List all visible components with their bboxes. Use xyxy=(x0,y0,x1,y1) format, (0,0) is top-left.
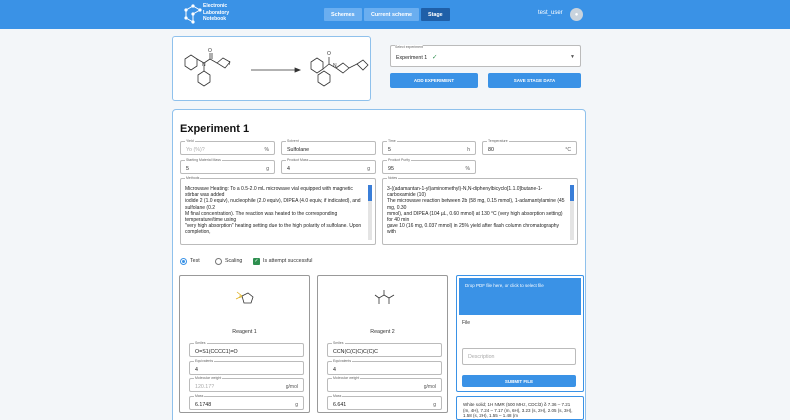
temperature-field[interactable]: Temperature 80 °C xyxy=(482,139,577,155)
test-radio[interactable] xyxy=(180,258,187,265)
app-name: Electronic Laboratory Notebook xyxy=(203,3,230,22)
molecule-logo-icon xyxy=(184,4,202,24)
svg-text:S: S xyxy=(239,294,242,299)
reaction-scheme-drawing: NOI ON xyxy=(184,48,369,87)
reagent-2-structure xyxy=(374,290,395,304)
app-header: Electronic Laboratory Notebook Schemes C… xyxy=(0,0,790,29)
reagent-card-2: Reagent 2 Smiles CCN(C(C)C)C(C)C Equival… xyxy=(317,275,448,413)
svg-text:N: N xyxy=(333,63,337,69)
submit-file-button[interactable]: SUBMIT FILE xyxy=(462,375,576,387)
experiment-select-value: Experiment 1 xyxy=(396,55,428,61)
reagent-2-equivalents-field[interactable]: Equivalents 4 xyxy=(327,359,442,375)
successful-checkbox-label: Is attempt successful xyxy=(263,258,313,264)
svg-text:O: O xyxy=(208,48,212,54)
reagent-1-mass-field[interactable]: Mass 6.1748 g xyxy=(189,394,304,410)
check-icon: ✓ xyxy=(432,54,438,61)
reaction-scheme-preview: NOI ON xyxy=(172,36,371,101)
user-icon: ● xyxy=(574,11,579,18)
methods-scrollbar[interactable] xyxy=(368,185,372,240)
successful-checkbox[interactable]: ✓ xyxy=(253,258,260,265)
test-radio-label: Test xyxy=(190,258,200,264)
scaling-radio[interactable] xyxy=(215,258,222,265)
product-mass-field[interactable]: Product Mass 4 g xyxy=(281,158,376,174)
file-upload-panel: Drop PDF file here, or click to select f… xyxy=(456,275,584,392)
product-purity-field[interactable]: Product Purity 95 % xyxy=(382,158,476,174)
file-label: File xyxy=(462,320,471,326)
username: test_user xyxy=(538,10,563,16)
reagent-2-mass-field[interactable]: Mass 6.641 g xyxy=(327,394,442,410)
reagent-1-name: Reagent 1 xyxy=(232,329,257,335)
solvent-field[interactable]: Solvent Sulfolane xyxy=(281,139,376,155)
reagent-1-molecular-weight-field[interactable]: Molecular weight 120.17? g/mol xyxy=(189,376,304,392)
reagent-1-structure: S xyxy=(235,291,254,304)
reagent-card-1: S Reagent 1 Smiles O=S1(CCCC1)=O Equival… xyxy=(179,275,310,413)
dropdown-arrow-icon: ▼ xyxy=(570,54,575,60)
nav-schemes[interactable]: Schemes xyxy=(324,8,362,21)
nav-stage[interactable]: Stage xyxy=(421,8,450,21)
notes-textarea[interactable]: Notes 3-((adamantan-1-yl)aminomethyl)-N,… xyxy=(382,176,578,245)
time-field[interactable]: Time 5 h xyxy=(382,139,476,155)
methods-textarea[interactable]: Methods Microwave Heating: To a 0.5-2.0 … xyxy=(180,176,376,245)
experiment-select[interactable]: Select experiment Experiment 1 ✓ ▼ xyxy=(390,45,581,67)
reagent-2-name: Reagent 2 xyxy=(370,329,395,335)
experiment-select-label: Select experiment xyxy=(395,45,424,49)
yield-field[interactable]: Yield Yo (%)? % xyxy=(180,139,275,155)
description-input[interactable]: Description xyxy=(462,348,576,365)
pdf-dropzone[interactable]: Drop PDF file here, or click to select f… xyxy=(459,278,581,315)
add-experiment-button[interactable]: ADD EXPERIMENT xyxy=(390,73,478,88)
starting-material-mass-field[interactable]: Starting Material Mass 5 g xyxy=(180,158,275,174)
svg-text:O: O xyxy=(327,51,331,57)
reagent-1-equivalents-field[interactable]: Equivalents 4 xyxy=(189,359,304,375)
nav-current-scheme[interactable]: Current scheme xyxy=(364,8,420,21)
notes-scrollbar[interactable] xyxy=(570,185,574,240)
reagent-2-molecular-weight-field[interactable]: Molecular weight g/mol xyxy=(327,376,442,392)
nmr-data-text: White solid; 1H NMR (500 MHz, CDCl3) δ 7… xyxy=(456,396,584,420)
experiment-title: Experiment 1 xyxy=(180,123,250,135)
reagent-2-smiles-field[interactable]: Smiles CCN(C(C)C)C(C)C xyxy=(327,341,442,357)
svg-text:I: I xyxy=(229,61,230,67)
scaling-radio-label: Scaling xyxy=(225,258,243,264)
avatar[interactable]: ● xyxy=(570,8,583,21)
reagent-1-smiles-field[interactable]: Smiles O=S1(CCCC1)=O xyxy=(189,341,304,357)
svg-text:N: N xyxy=(202,62,206,68)
save-stage-data-button[interactable]: SAVE STAGE DATA xyxy=(488,73,581,88)
